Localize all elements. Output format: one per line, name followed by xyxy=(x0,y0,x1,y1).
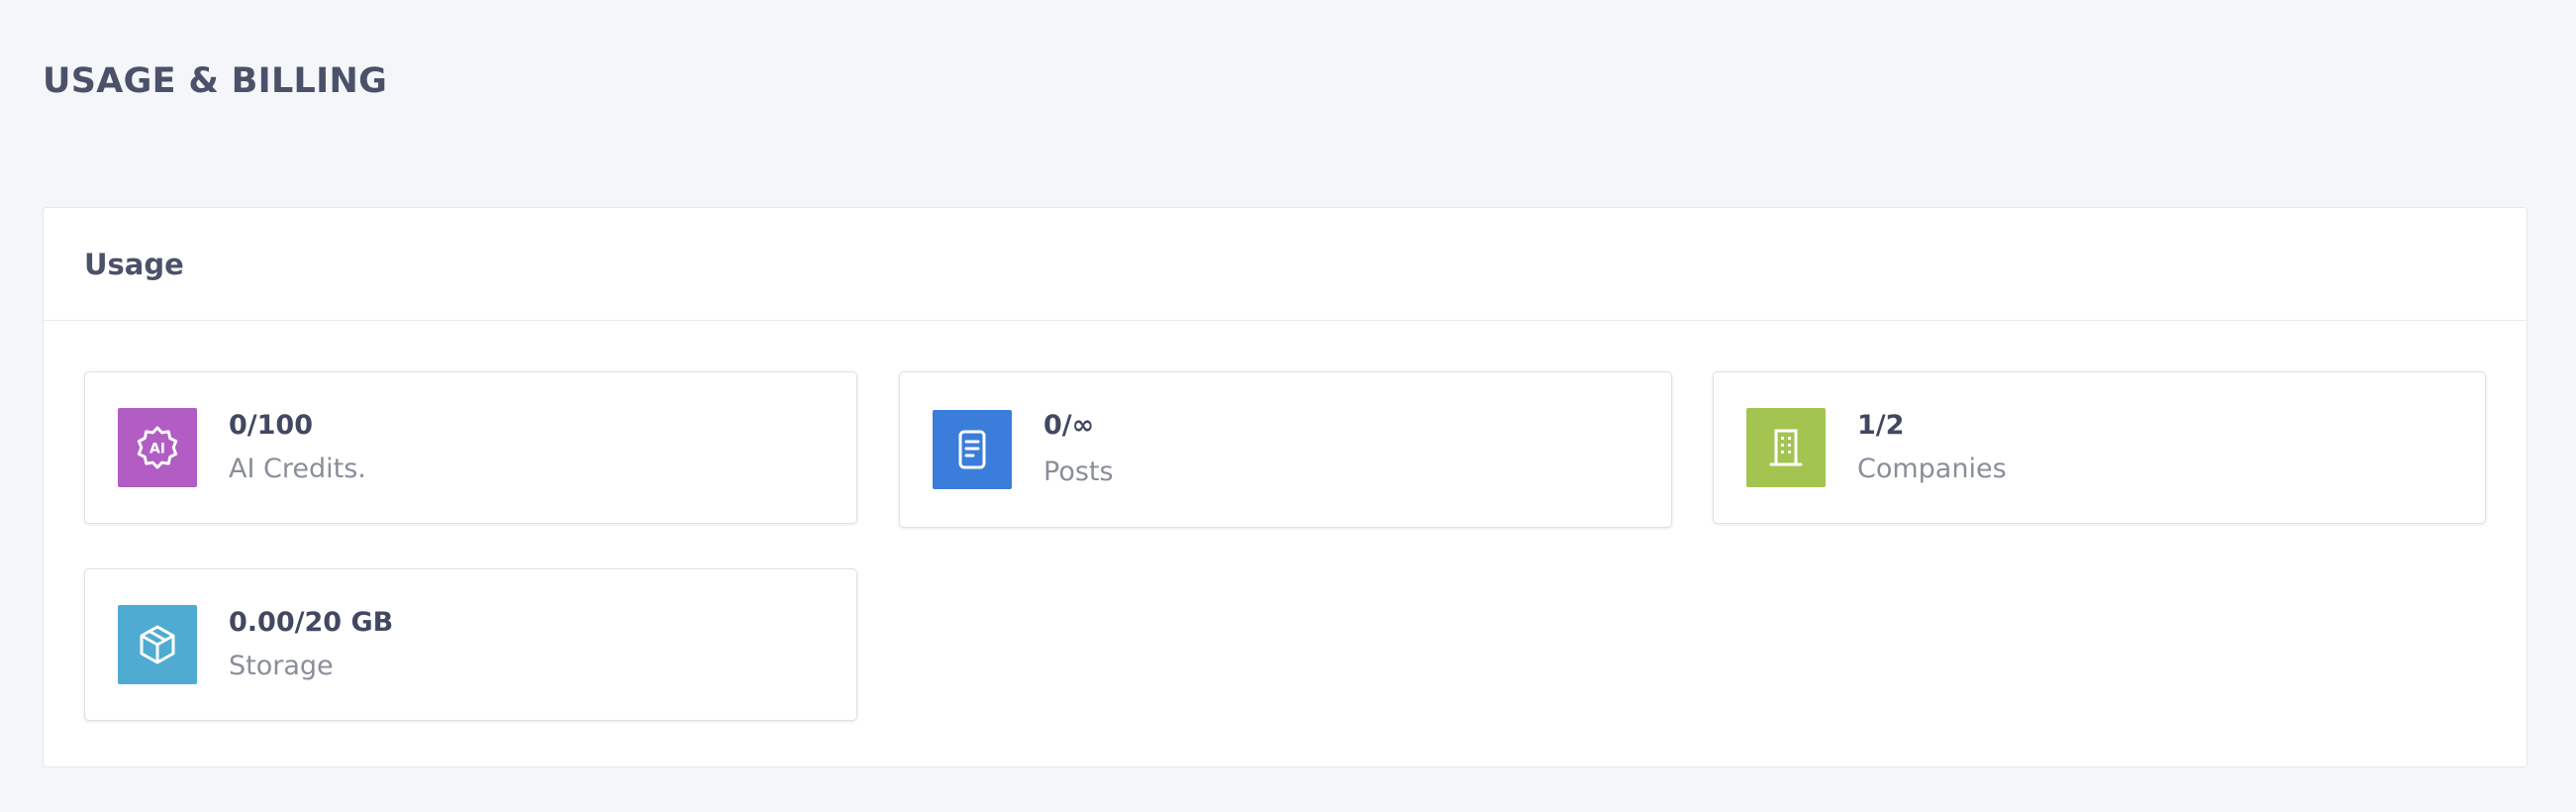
page-title: USAGE & BILLING xyxy=(43,61,388,101)
stat-value: 0.00/20 GB xyxy=(229,607,394,638)
stat-icon-box: AI xyxy=(118,408,197,487)
stat-card-posts: 0/∞ Posts xyxy=(899,371,1672,528)
stat-icon-box xyxy=(118,605,197,684)
stat-icon-box xyxy=(1746,408,1826,487)
stat-label: Companies xyxy=(1857,454,2007,484)
document-icon xyxy=(958,430,986,469)
stat-card-storage: 0.00/20 GB Storage xyxy=(84,568,857,721)
stat-label: Storage xyxy=(229,651,334,681)
stat-label: Posts xyxy=(1043,457,1114,487)
usage-panel-header: Usage xyxy=(44,208,2526,321)
ai-badge-icon: AI xyxy=(137,426,178,469)
stat-card-companies: 1/2 Companies xyxy=(1713,371,2486,524)
stat-icon-box xyxy=(933,410,1012,489)
stat-value: 0/100 xyxy=(229,410,314,441)
svg-text:AI: AI xyxy=(149,442,165,457)
usage-panel-title: Usage xyxy=(84,247,184,281)
usage-panel: Usage AI 0/100 AI Credits. 0/∞ Posts 1/2… xyxy=(43,207,2527,767)
stat-card-ai-credits: AI 0/100 AI Credits. xyxy=(84,371,857,524)
box-icon xyxy=(140,625,175,664)
stat-label: AI Credits. xyxy=(229,454,366,484)
stat-value: 0/∞ xyxy=(1043,410,1095,441)
building-icon xyxy=(1769,429,1803,466)
stat-value: 1/2 xyxy=(1857,410,1905,441)
